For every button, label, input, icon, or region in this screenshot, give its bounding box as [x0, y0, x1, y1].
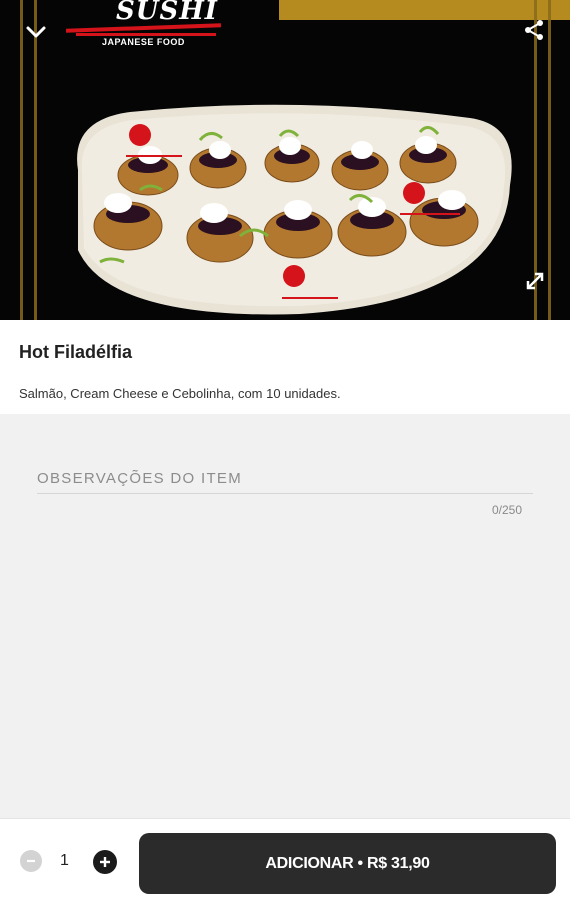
- expand-image-button[interactable]: [517, 263, 553, 299]
- quantity-value: 1: [60, 852, 69, 869]
- share-icon: [525, 20, 543, 40]
- add-to-cart-button[interactable]: ADICIONAR • R$ 31,90: [139, 833, 556, 894]
- chevron-down-icon: [26, 26, 46, 38]
- add-to-cart-bar: 1 ADICIONAR • R$ 31,90: [0, 818, 570, 901]
- observations-input[interactable]: [37, 470, 533, 494]
- brand-subtitle: JAPANESE FOOD: [102, 37, 185, 47]
- plus-icon: [100, 857, 110, 867]
- brand-name: SUSHI: [116, 0, 218, 26]
- sushi-plate-illustration: [77, 104, 512, 315]
- collapse-button[interactable]: [18, 14, 54, 50]
- add-button-label: ADICIONAR: [265, 854, 354, 872]
- brand-logo: SUSHI JAPANESE FOOD: [65, 0, 222, 48]
- item-title: Hot Filadélfia: [19, 342, 133, 362]
- char-counter: 0/250: [491, 503, 522, 517]
- increase-quantity-button[interactable]: [93, 850, 117, 874]
- item-description: Salmão, Cream Cheese e Cebolinha, com 10…: [19, 386, 341, 401]
- item-info: Hot Filadélfia Salmão, Cream Cheese e Ce…: [0, 320, 570, 414]
- minus-icon: [27, 859, 35, 863]
- observations-field: [37, 470, 533, 494]
- share-button[interactable]: [516, 12, 552, 48]
- expand-icon: [526, 272, 544, 290]
- decrease-quantity-button[interactable]: [20, 850, 42, 872]
- brand-stroke: [76, 33, 216, 36]
- product-image: SUSHI JAPANESE FOOD: [0, 0, 570, 320]
- add-button-price: R$ 31,90: [367, 854, 430, 872]
